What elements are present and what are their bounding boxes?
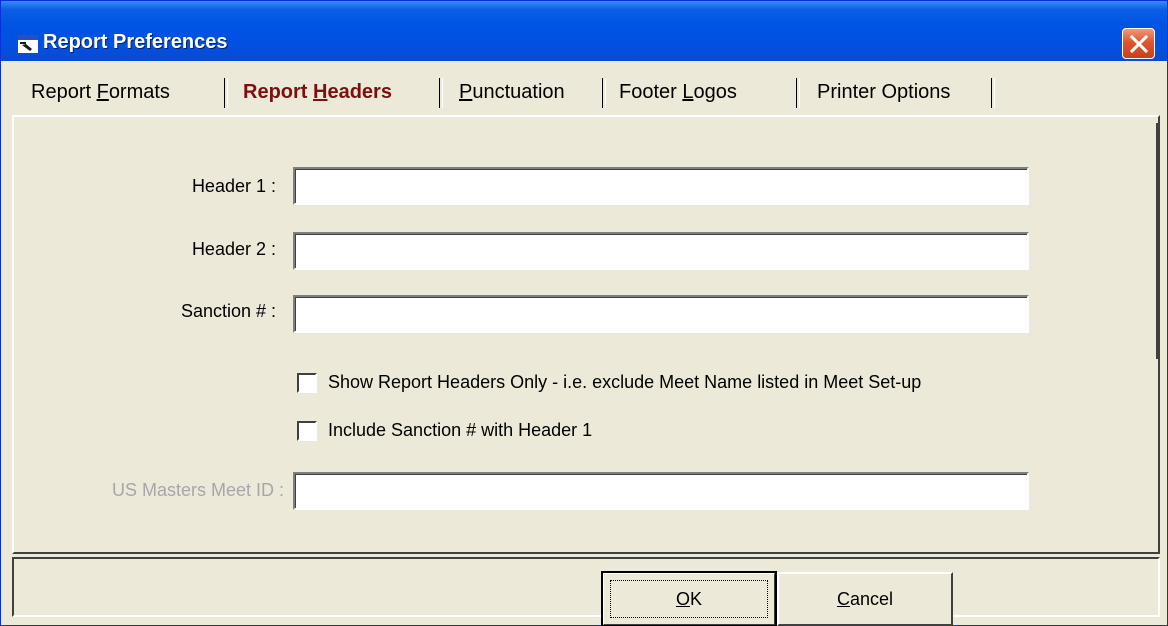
window-title: Report Preferences [43, 31, 228, 53]
usms-meet-id-label: US Masters Meet ID : [111, 480, 284, 500]
include-sanction-checkbox[interactable] [297, 421, 317, 441]
header2-label: Header 2 : [191, 239, 276, 259]
ok-button[interactable]: OK [601, 571, 777, 626]
tab-report-formats[interactable]: Report Formats [21, 73, 180, 111]
tab-divider [602, 78, 606, 108]
button-bar [12, 557, 1160, 617]
tab-divider [796, 78, 800, 108]
close-x-icon [1130, 35, 1148, 53]
cancel-button[interactable]: Cancel [777, 572, 953, 626]
tab-label: Report Headers [243, 81, 392, 103]
close-button[interactable] [1122, 28, 1155, 59]
tab-punctuation[interactable]: Punctuation [449, 73, 575, 111]
usms-meet-id-input[interactable] [293, 472, 1029, 510]
tab-label: Punctuation [459, 81, 565, 103]
sanction-input[interactable] [293, 295, 1029, 333]
panel-edge [1156, 123, 1160, 359]
report-preferences-dialog: Report Preferences Report Formats Report… [0, 0, 1168, 626]
tab-footer-logos[interactable]: Footer Logos [609, 73, 747, 111]
tab-divider [439, 78, 443, 108]
header1-input[interactable] [293, 167, 1029, 205]
title-bar[interactable]: Report Preferences [1, 1, 1167, 61]
header1-label: Header 1 : [191, 176, 276, 196]
sanction-label: Sanction # : [180, 301, 276, 321]
tab-divider [224, 78, 228, 108]
show-headers-only-label[interactable]: Show Report Headers Only - i.e. exclude … [328, 372, 921, 393]
header2-input[interactable] [293, 232, 1029, 270]
focus-rect [610, 580, 768, 618]
tab-label: Footer Logos [619, 81, 737, 103]
cancel-button-label: Cancel [836, 589, 894, 609]
tab-report-headers[interactable]: Report Headers [233, 73, 402, 111]
tab-label: Printer Options [817, 81, 951, 103]
window-app-icon [18, 35, 38, 53]
show-headers-only-checkbox[interactable] [297, 373, 317, 393]
tab-printer-options[interactable]: Printer Options [807, 73, 960, 111]
tab-strip: Report Formats Report Headers Punctuatio… [15, 73, 1015, 113]
tab-label: Report Formats [31, 81, 170, 103]
include-sanction-label[interactable]: Include Sanction # with Header 1 [328, 420, 592, 441]
tab-divider [991, 78, 995, 108]
